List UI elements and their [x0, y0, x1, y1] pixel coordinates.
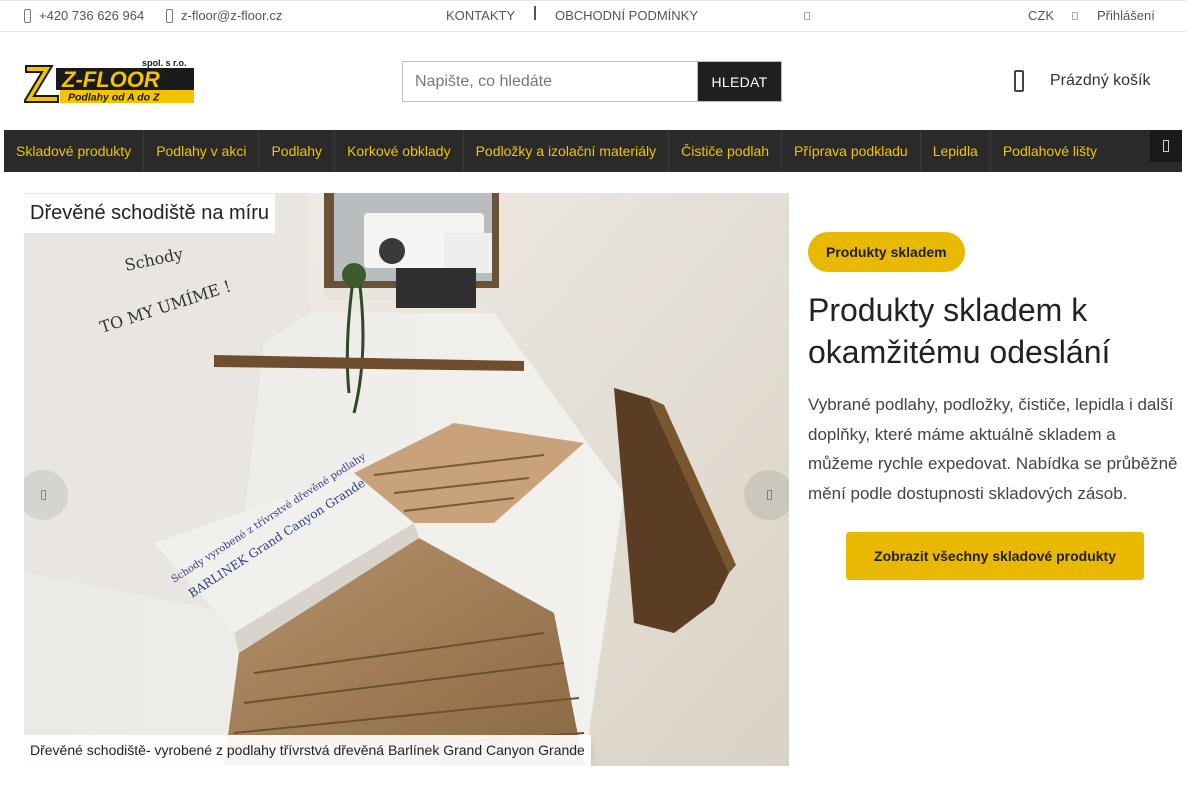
nav-item-podlahy-v-akci[interactable]: Podlahy v akci — [144, 130, 260, 172]
nav-item-podlozky[interactable]: Podložky a izolační materiály — [464, 130, 670, 172]
chevron-left-icon — [40, 490, 46, 500]
mail-icon — [166, 8, 173, 23]
phone-number[interactable]: +420 736 626 964 — [39, 8, 144, 23]
chevron-right-icon — [766, 490, 772, 500]
nav-item-cistice-podlah[interactable]: Čističe podlah — [669, 130, 783, 172]
nav-item-korkove-obklady[interactable]: Korkové obklady — [335, 130, 464, 172]
search-bar: HLEDAT — [402, 61, 782, 102]
promo-heading: Produkty skladem k okamžitému odeslání — [808, 292, 1111, 370]
terms-link[interactable]: OBCHODNÍ PODMÍNKY — [555, 8, 698, 23]
site-logo[interactable]: Z-FLOOR Podlahy od A do Z spol. s r.o. — [22, 56, 196, 104]
logo-brand-text: Z-FLOOR — [61, 67, 160, 92]
main-navigation: Skladové produkty Podlahy v akci Podlahy… — [4, 130, 1182, 172]
logo-graphic: Z-FLOOR Podlahy od A do Z spol. s r.o. — [22, 58, 194, 104]
chevron-down-icon — [1072, 11, 1078, 20]
staircase-photo: Schody TO MY UMÍME ! Schody vyrobené z t… — [24, 193, 789, 766]
nav-more-button[interactable] — [1150, 130, 1182, 162]
search-input[interactable] — [402, 61, 697, 102]
email-address[interactable]: z-floor@z-floor.cz — [181, 8, 282, 23]
show-stock-products-button[interactable]: Zobrazit všechny skladové produkty — [846, 532, 1144, 580]
nav-item-lepidla[interactable]: Lepidla — [921, 130, 991, 172]
top-bar: +420 736 626 964 z-floor@z-floor.cz KONT… — [0, 0, 1186, 32]
promo-text: Vybrané podlahy, podložky, čističe, lepi… — [808, 395, 1178, 503]
cart-label[interactable]: Prázdný košík — [1050, 72, 1150, 90]
currency-label: CZK — [1028, 8, 1054, 23]
dropdown-icon — [804, 12, 810, 20]
stock-badge: Produkty skladem — [808, 232, 965, 272]
contacts-link[interactable]: KONTAKTY — [446, 8, 515, 23]
topbar-icon[interactable] — [804, 12, 810, 20]
logo-tagline: Podlahy od A do Z — [68, 92, 160, 104]
slider-next-button[interactable] — [744, 470, 789, 520]
login-link[interactable]: Přihlášení — [1097, 8, 1155, 23]
nav-item-skladove-produkty[interactable]: Skladové produkty — [4, 130, 145, 172]
currency-select[interactable]: CZK — [1028, 8, 1078, 23]
cart[interactable]: Prázdný košík — [1014, 70, 1150, 92]
logo-company-suffix: spol. s r.o. — [142, 58, 187, 68]
nav-item-priprava-podkladu[interactable]: Příprava podkladu — [782, 130, 921, 172]
search-button[interactable]: HLEDAT — [697, 61, 782, 102]
menu-icon — [1163, 140, 1169, 152]
hero-slider: Schody TO MY UMÍME ! Schody vyrobené z t… — [24, 193, 789, 766]
nav-item-podlahove-listy[interactable]: Podlahové lišty — [991, 130, 1109, 172]
promo-panel: Produkty skladem Produkty skladem k okam… — [808, 232, 1188, 580]
hero-caption: Dřevěné schodiště- vyrobené z podlahy tř… — [24, 735, 591, 766]
phone-icon — [24, 8, 31, 23]
hero-title: Dřevěné schodiště na míru — [24, 194, 276, 233]
cart-icon — [1014, 70, 1024, 92]
phone-contact[interactable]: +420 736 626 964 — [24, 8, 144, 23]
nav-item-podlahy[interactable]: Podlahy — [259, 130, 336, 172]
topbar-divider — [534, 6, 536, 20]
email-contact[interactable]: z-floor@z-floor.cz — [166, 8, 282, 23]
